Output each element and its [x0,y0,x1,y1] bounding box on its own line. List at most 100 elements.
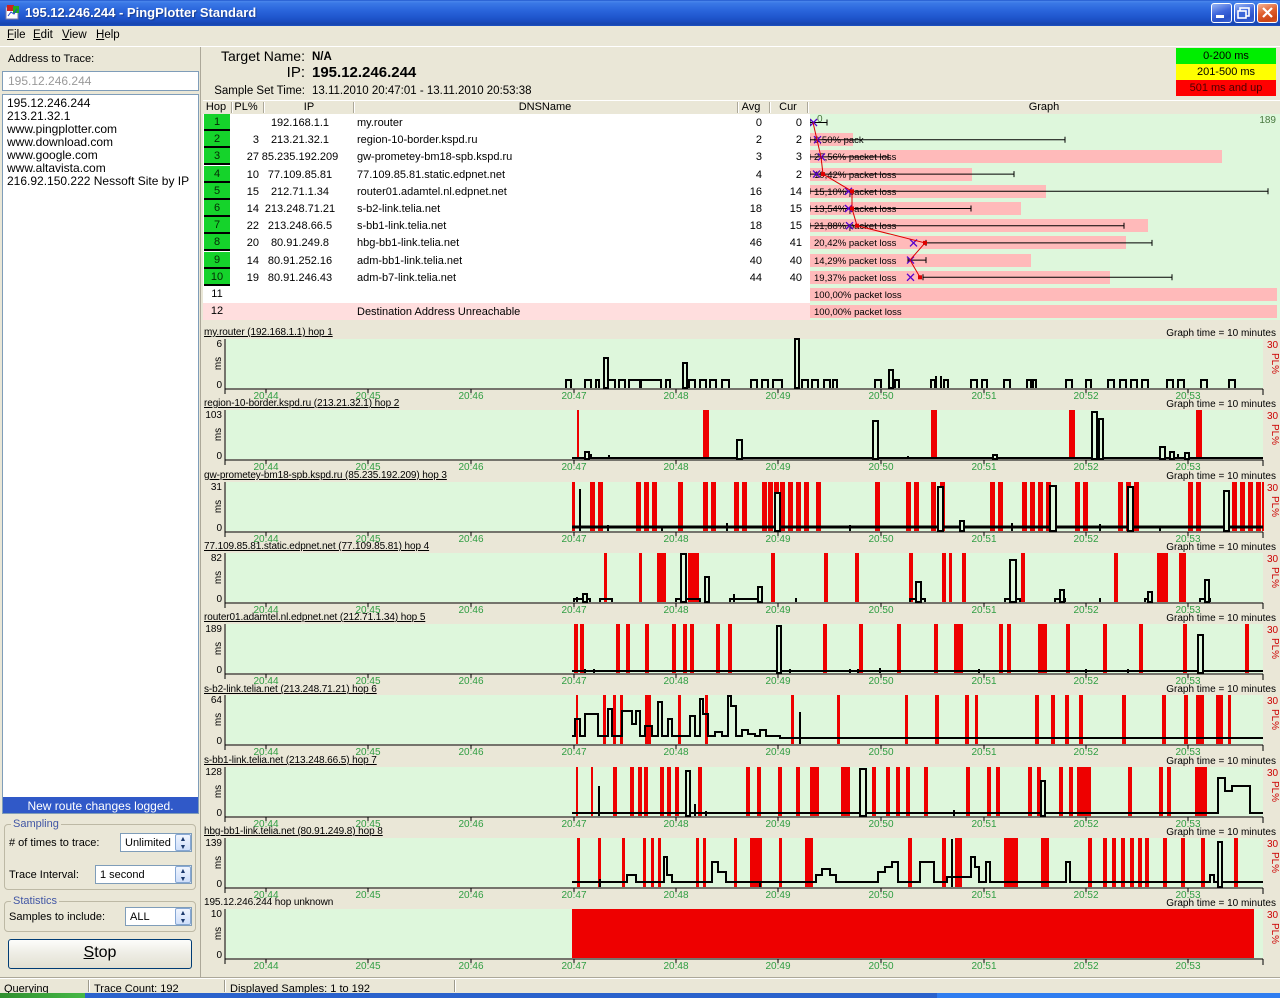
svg-text:20:52: 20:52 [1073,890,1098,901]
svg-text:20:50: 20:50 [868,391,893,402]
svg-text:82: 82 [211,553,223,564]
svg-text:20:46: 20:46 [458,890,483,901]
svg-text:20:51: 20:51 [971,819,996,830]
svg-text:20:52: 20:52 [1073,462,1098,473]
svg-text:0: 0 [216,594,222,605]
svg-text:20:50: 20:50 [868,890,893,901]
svg-text:20:47: 20:47 [561,391,586,402]
svg-text:PL%: PL% [1269,424,1280,445]
svg-text:20:45: 20:45 [355,890,380,901]
svg-text:20:51: 20:51 [971,605,996,616]
svg-text:ms: ms [213,856,224,869]
svg-text:20:49: 20:49 [765,676,790,687]
svg-text:103: 103 [205,410,222,421]
svg-text:30: 30 [1267,483,1279,494]
svg-text:20:49: 20:49 [765,819,790,830]
svg-text:20:48: 20:48 [663,819,688,830]
svg-text:20:49: 20:49 [765,890,790,901]
svg-text:20:48: 20:48 [663,391,688,402]
svg-text:ms: ms [213,927,224,940]
svg-text:31: 31 [211,482,223,493]
svg-text:PL%: PL% [1269,353,1280,374]
svg-text:0: 0 [216,523,222,534]
svg-text:20:48: 20:48 [663,605,688,616]
svg-text:20:46: 20:46 [458,961,483,972]
svg-text:PL%: PL% [1269,567,1280,588]
svg-text:20:52: 20:52 [1073,605,1098,616]
svg-text:20:52: 20:52 [1073,961,1098,972]
svg-text:ms: ms [213,785,224,798]
svg-text:20:46: 20:46 [458,676,483,687]
svg-text:30: 30 [1267,554,1279,565]
svg-text:20:46: 20:46 [458,462,483,473]
svg-text:20:48: 20:48 [663,747,688,758]
svg-text:20:49: 20:49 [765,462,790,473]
svg-text:20:50: 20:50 [868,534,893,545]
svg-text:20:46: 20:46 [458,819,483,830]
svg-text:30: 30 [1267,625,1279,636]
svg-text:30: 30 [1267,340,1279,351]
svg-text:20:49: 20:49 [765,747,790,758]
svg-text:30: 30 [1267,411,1279,422]
svg-text:0: 0 [216,451,222,462]
svg-text:PL%: PL% [1269,923,1280,944]
svg-text:ms: ms [213,642,224,655]
svg-text:20:50: 20:50 [868,747,893,758]
svg-text:20:49: 20:49 [765,605,790,616]
svg-text:10: 10 [211,909,223,920]
svg-text:20:48: 20:48 [663,890,688,901]
svg-text:64: 64 [211,695,223,706]
svg-text:0: 0 [216,665,222,676]
svg-text:20:52: 20:52 [1073,391,1098,402]
svg-text:20:52: 20:52 [1073,747,1098,758]
svg-text:PL%: PL% [1269,638,1280,659]
svg-text:20:51: 20:51 [971,391,996,402]
svg-text:30: 30 [1267,768,1279,779]
svg-text:0: 0 [216,950,222,961]
svg-text:ms: ms [213,713,224,726]
svg-text:20:48: 20:48 [663,961,688,972]
svg-text:20:46: 20:46 [458,605,483,616]
svg-text:0: 0 [216,380,222,391]
svg-text:PL%: PL% [1269,496,1280,517]
svg-text:20:53: 20:53 [1175,961,1200,972]
svg-text:20:47: 20:47 [561,961,586,972]
svg-text:20:48: 20:48 [663,462,688,473]
svg-text:20:47: 20:47 [561,819,586,830]
svg-text:20:51: 20:51 [971,961,996,972]
svg-text:20:51: 20:51 [971,890,996,901]
svg-text:20:46: 20:46 [458,534,483,545]
svg-text:20:49: 20:49 [765,534,790,545]
svg-text:20:47: 20:47 [561,890,586,901]
svg-text:20:50: 20:50 [868,605,893,616]
svg-text:ms: ms [213,500,224,513]
svg-text:30: 30 [1267,910,1279,921]
svg-text:20:46: 20:46 [458,391,483,402]
svg-text:20:52: 20:52 [1073,534,1098,545]
svg-text:30: 30 [1267,696,1279,707]
svg-text:20:47: 20:47 [561,462,586,473]
svg-text:128: 128 [205,767,222,778]
svg-text:6: 6 [216,339,222,350]
svg-text:20:51: 20:51 [971,676,996,687]
svg-text:PL%: PL% [1269,709,1280,730]
svg-text:189: 189 [1259,115,1276,126]
svg-text:ms: ms [213,428,224,441]
svg-text:20:51: 20:51 [971,462,996,473]
svg-text:20:50: 20:50 [868,462,893,473]
svg-text:0: 0 [216,808,222,819]
svg-text:PL%: PL% [1269,852,1280,873]
svg-text:20:48: 20:48 [663,676,688,687]
svg-text:PL%: PL% [1269,781,1280,802]
svg-text:139: 139 [205,838,222,849]
svg-text:20:45: 20:45 [355,961,380,972]
svg-text:0: 0 [216,879,222,890]
svg-text:ms: ms [213,571,224,584]
svg-text:20:52: 20:52 [1073,676,1098,687]
svg-text:0: 0 [817,114,823,125]
svg-text:20:44: 20:44 [253,961,278,972]
svg-text:20:52: 20:52 [1073,819,1098,830]
svg-text:20:49: 20:49 [765,391,790,402]
svg-text:20:48: 20:48 [663,534,688,545]
svg-text:20:46: 20:46 [458,747,483,758]
